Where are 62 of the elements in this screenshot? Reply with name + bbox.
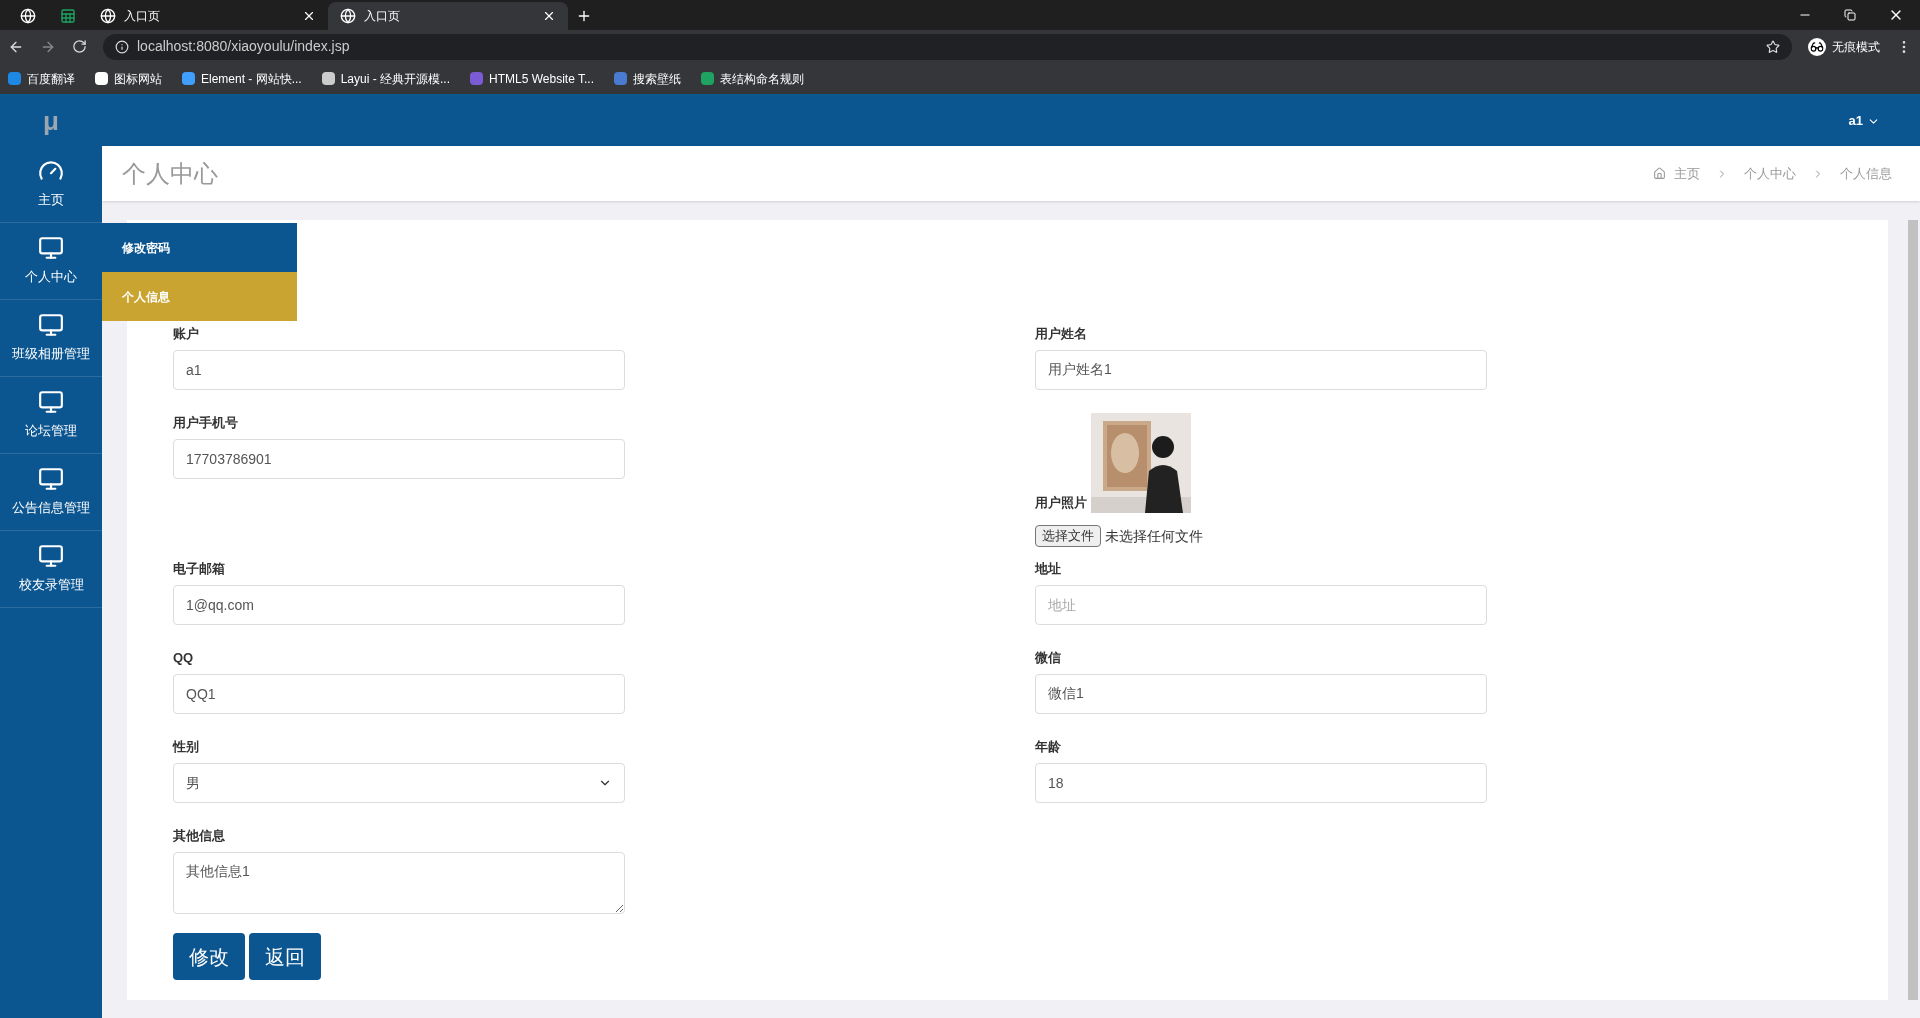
star-icon[interactable] bbox=[1766, 39, 1780, 54]
address-bar[interactable]: localhost:8080/xiaoyoulu/index.jsp bbox=[103, 33, 1792, 60]
input-field[interactable]: 1@qq.com bbox=[173, 585, 625, 625]
browser-tab[interactable]: 入口页 bbox=[328, 2, 568, 30]
sidebar-item[interactable]: 论坛管理 bbox=[0, 377, 102, 454]
sidebar-item[interactable]: 公告信息管理 bbox=[0, 454, 102, 531]
page-title: 个人中心 bbox=[122, 158, 218, 189]
input-field[interactable]: 用户姓名1 bbox=[1035, 350, 1487, 390]
monitor-icon bbox=[38, 235, 64, 262]
field-label: QQ bbox=[173, 649, 195, 667]
incognito-badge[interactable]: 无痕模式 bbox=[1808, 37, 1880, 56]
field-label: 微信 bbox=[1035, 649, 1062, 667]
bookmark[interactable]: 图标网站 bbox=[95, 69, 162, 88]
bookmark[interactable]: 搜索壁纸 bbox=[614, 69, 681, 88]
reload-icon[interactable] bbox=[72, 39, 87, 54]
monitor-icon bbox=[38, 312, 64, 339]
globe-icon bbox=[340, 8, 356, 24]
field-label: 用户姓名 bbox=[1035, 325, 1088, 343]
form-button[interactable]: 返回 bbox=[249, 933, 321, 980]
new-tab-icon[interactable] bbox=[576, 8, 592, 24]
sidebar-item[interactable]: 班级相册管理 bbox=[0, 300, 102, 377]
field-label: 地址 bbox=[1035, 560, 1062, 578]
restore-icon[interactable] bbox=[1844, 9, 1856, 21]
incognito-icon bbox=[1808, 37, 1826, 56]
input-field[interactable]: 17703786901 bbox=[173, 439, 625, 479]
browser-tab[interactable]: 入口页 bbox=[88, 2, 328, 30]
close-icon[interactable] bbox=[302, 9, 316, 23]
submenu-item[interactable]: 修改密码 bbox=[102, 223, 297, 272]
field-label: 用户照片 bbox=[1035, 494, 1087, 512]
file-status: 未选择任何文件 bbox=[1105, 526, 1203, 546]
field-label: 用户手机号 bbox=[173, 414, 239, 432]
choose-file-button[interactable]: 选择文件 bbox=[1035, 525, 1101, 547]
field-label: 性别 bbox=[173, 738, 200, 756]
logo: μ bbox=[43, 104, 59, 138]
input-field[interactable]: a1 bbox=[173, 350, 625, 390]
home-icon bbox=[1653, 167, 1666, 180]
close-icon[interactable] bbox=[542, 9, 556, 23]
bookmark[interactable]: Element - 网站快... bbox=[182, 69, 302, 88]
info-icon bbox=[115, 39, 129, 54]
bookmark[interactable]: 百度翻译 bbox=[8, 69, 75, 88]
input-field[interactable]: 微信1 bbox=[1035, 674, 1487, 714]
user-menu[interactable]: a1 bbox=[1848, 111, 1880, 131]
monitor-icon bbox=[38, 543, 64, 570]
gender-select[interactable]: 男 bbox=[173, 763, 625, 803]
bookmark[interactable]: 表结构命名规则 bbox=[701, 69, 804, 88]
field-label: 账户 bbox=[173, 325, 200, 343]
bookmark[interactable]: Layui - 经典开源模... bbox=[321, 69, 451, 88]
text-area[interactable]: 其他信息1 bbox=[173, 852, 625, 914]
form-button[interactable]: 修改 bbox=[173, 933, 245, 980]
spreadsheet-icon bbox=[60, 8, 76, 24]
input-field[interactable]: QQ1 bbox=[173, 674, 625, 714]
input-field[interactable]: 18 bbox=[1035, 763, 1487, 803]
field-label: 其他信息 bbox=[173, 827, 226, 845]
globe-icon bbox=[20, 8, 36, 24]
monitor-icon bbox=[38, 389, 64, 416]
input-field[interactable]: 地址 bbox=[1035, 585, 1487, 625]
globe-icon bbox=[100, 8, 116, 24]
bookmark[interactable]: HTML5 Website T... bbox=[470, 69, 594, 88]
field-label: 电子邮箱 bbox=[173, 560, 226, 578]
field-label: 年龄 bbox=[1035, 738, 1062, 756]
sidebar-item[interactable]: 校友录管理 bbox=[0, 531, 102, 608]
monitor-icon bbox=[38, 466, 64, 493]
